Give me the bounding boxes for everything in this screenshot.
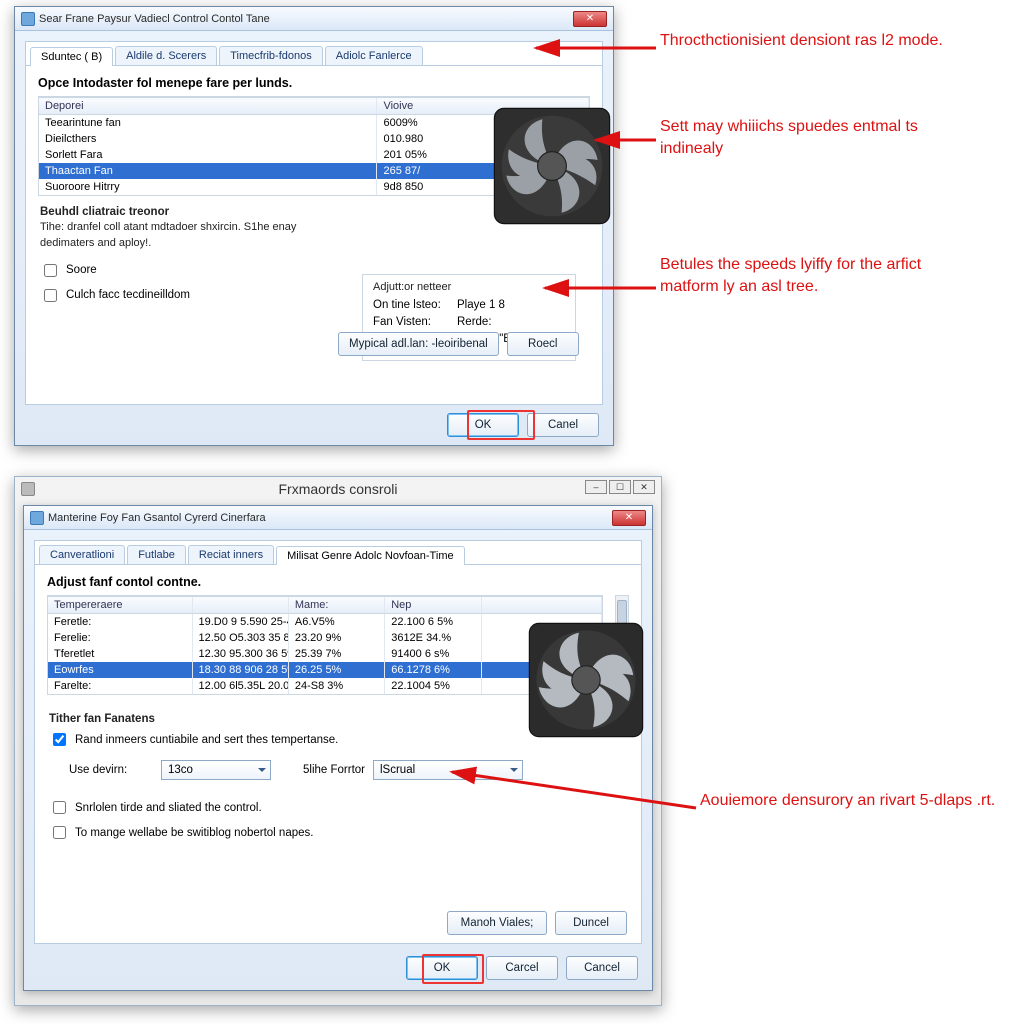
titlebar[interactable]: Sear Frane Paysur Vadiecl Control Contol… bbox=[15, 7, 613, 31]
table-row-selected: Eowrfes18.30 88 906 28 5%26.25 5%66.1278… bbox=[48, 662, 602, 678]
tab-2[interactable]: Reciat inners bbox=[188, 545, 274, 564]
close-icon[interactable]: ✕ bbox=[612, 510, 646, 526]
annotation-2: Sett may whiiichs spuedes entmal ts indi… bbox=[660, 116, 960, 159]
adjust-ontime-value: Playe 1 8 bbox=[457, 299, 505, 311]
reset-button[interactable]: Roecl bbox=[507, 332, 579, 356]
adjust-ontime-label: On tine lsteo: bbox=[373, 299, 451, 311]
col-deporei[interactable]: Deporei bbox=[39, 98, 377, 114]
minimize-icon[interactable]: – bbox=[585, 480, 607, 494]
client-area: Sduntec ( B) Aldile d. Scerers Timecfrib… bbox=[25, 41, 603, 405]
factor-combo[interactable]: lScrual bbox=[373, 760, 523, 780]
dialog-fan-control-2: Manterine Foy Fan Gsantol Cyrerd Cinerfa… bbox=[23, 505, 653, 991]
tab-0[interactable]: Canveratlioni bbox=[39, 545, 125, 564]
checkbox-mange[interactable]: To mange wellabe be switiblog nobertol n… bbox=[35, 820, 641, 845]
manoh-button[interactable]: Manoh Viales; bbox=[447, 911, 547, 935]
tab-1[interactable]: Aldile d. Scerers bbox=[115, 46, 217, 65]
col-4[interactable] bbox=[482, 597, 602, 613]
description-text: Tihe: dranfel coll atant mdtadoer shxirc… bbox=[26, 220, 336, 258]
col-1[interactable] bbox=[193, 597, 289, 613]
duncel-button[interactable]: Duncel bbox=[555, 911, 627, 935]
close-icon[interactable]: ✕ bbox=[573, 11, 607, 27]
window-title: Manterine Foy Fan Gsantol Cyrerd Cinerfa… bbox=[48, 512, 266, 524]
close-icon[interactable]: ✕ bbox=[633, 480, 655, 494]
tab-2[interactable]: Timecfrib-fdonos bbox=[219, 46, 323, 65]
checkbox-input[interactable] bbox=[53, 733, 66, 746]
checkbox-snrlolen[interactable]: Snrlolen tirde and sliated the control. bbox=[35, 784, 641, 820]
dialog-footer: OK Carcel Cancel bbox=[406, 956, 638, 980]
combo-row: Use devirn: 13co 5lihe Forrtor lScrual bbox=[35, 752, 641, 784]
cancel-button-2[interactable]: Cancel bbox=[566, 956, 638, 980]
adjust-fan-label: Fan Visten: bbox=[373, 316, 451, 328]
ok-button[interactable]: OK bbox=[447, 413, 519, 437]
combo1-label: Use devirn: bbox=[69, 764, 153, 776]
annotation-1: Throcthctionisient densiont ras l2 mode. bbox=[660, 30, 943, 52]
adjust-fan-value: Rerde: bbox=[457, 316, 492, 328]
checkbox-input[interactable] bbox=[44, 289, 57, 302]
section-heading: Adjust fanf contol contne. bbox=[35, 565, 641, 595]
maximize-icon[interactable]: ☐ bbox=[609, 480, 631, 494]
dialog-fan-control-1: Sear Frane Paysur Vadiecl Control Contol… bbox=[14, 6, 614, 446]
tab-strip: Canveratlioni Futlabe Reciat inners Mili… bbox=[35, 541, 641, 565]
section-heading: Opce Intodaster fol menepe fare per lund… bbox=[26, 66, 602, 96]
tab-0[interactable]: Sduntec ( B) bbox=[30, 47, 113, 66]
fan-image-icon bbox=[492, 106, 612, 226]
temperature-table[interactable]: Tempereraere Mame: Nep Feretle:19.D0 9 5… bbox=[47, 595, 603, 695]
mid-button-row: Manoh Viales; Duncel bbox=[447, 911, 627, 935]
outer-title-text: Frxmaords consroli bbox=[278, 481, 397, 497]
fan-image-icon bbox=[527, 621, 645, 739]
app-icon bbox=[21, 12, 35, 26]
window-title: Sear Frane Paysur Vadiecl Control Contol… bbox=[39, 13, 270, 25]
cancel-button[interactable]: Canel bbox=[527, 413, 599, 437]
outer-window: Frxmaords consroli – ☐ ✕ Manterine Foy F… bbox=[14, 476, 662, 1006]
client-area: Canveratlioni Futlabe Reciat inners Mili… bbox=[34, 540, 642, 944]
app-icon bbox=[30, 511, 44, 525]
outer-titlebar[interactable]: Frxmaords consroli – ☐ ✕ bbox=[15, 477, 661, 501]
device-combo[interactable]: 13co bbox=[161, 760, 271, 780]
tab-strip: Sduntec ( B) Aldile d. Scerers Timecfrib… bbox=[26, 42, 602, 66]
table-row: Tferetlet12.30 95.300 36 5%25.39 7%91400… bbox=[48, 646, 602, 662]
app-icon bbox=[21, 482, 35, 496]
tab-3[interactable]: Adiolc Fanlerce bbox=[325, 46, 423, 65]
table-row: Feretle:19.D0 9 5.590 25-4%A6.V5%22.100 … bbox=[48, 614, 602, 630]
apply-button[interactable]: Mypical adl.lan: -leoiribenal bbox=[338, 332, 499, 356]
col-nep[interactable]: Nep bbox=[385, 597, 481, 613]
titlebar[interactable]: Manterine Foy Fan Gsantol Cyrerd Cinerfa… bbox=[24, 506, 652, 530]
checkbox-input[interactable] bbox=[44, 264, 57, 277]
annotation-3: Betules the speeds lyiffy for the arfict… bbox=[660, 254, 960, 297]
table-row: Farelte:12.00 6l5.35L 20.0%24-S8 3%22.10… bbox=[48, 678, 602, 694]
tab-3[interactable]: Milisat Genre Adolc Novfoan-Time bbox=[276, 546, 465, 565]
combo2-label: 5lihe Forrtor bbox=[303, 764, 365, 776]
checkbox-input[interactable] bbox=[53, 826, 66, 839]
adjust-title: Adjutt:or netteer bbox=[373, 281, 565, 293]
annotation-4: Aouiemore densurory an rivart 5-dlaps .r… bbox=[700, 790, 995, 812]
mid-button-row: Mypical adl.lan: -leoiribenal Roecl bbox=[338, 332, 579, 356]
col-temp[interactable]: Tempereraere bbox=[48, 597, 193, 613]
dialog-footer: OK Canel bbox=[447, 413, 599, 437]
tab-1[interactable]: Futlabe bbox=[127, 545, 186, 564]
ok-button[interactable]: OK bbox=[406, 956, 478, 980]
table-row: Ferelie:12.50 O5.303 35 8%23.20 9%3612E … bbox=[48, 630, 602, 646]
cancel-button-1[interactable]: Carcel bbox=[486, 956, 558, 980]
col-mame[interactable]: Mame: bbox=[289, 597, 385, 613]
checkbox-input[interactable] bbox=[53, 801, 66, 814]
